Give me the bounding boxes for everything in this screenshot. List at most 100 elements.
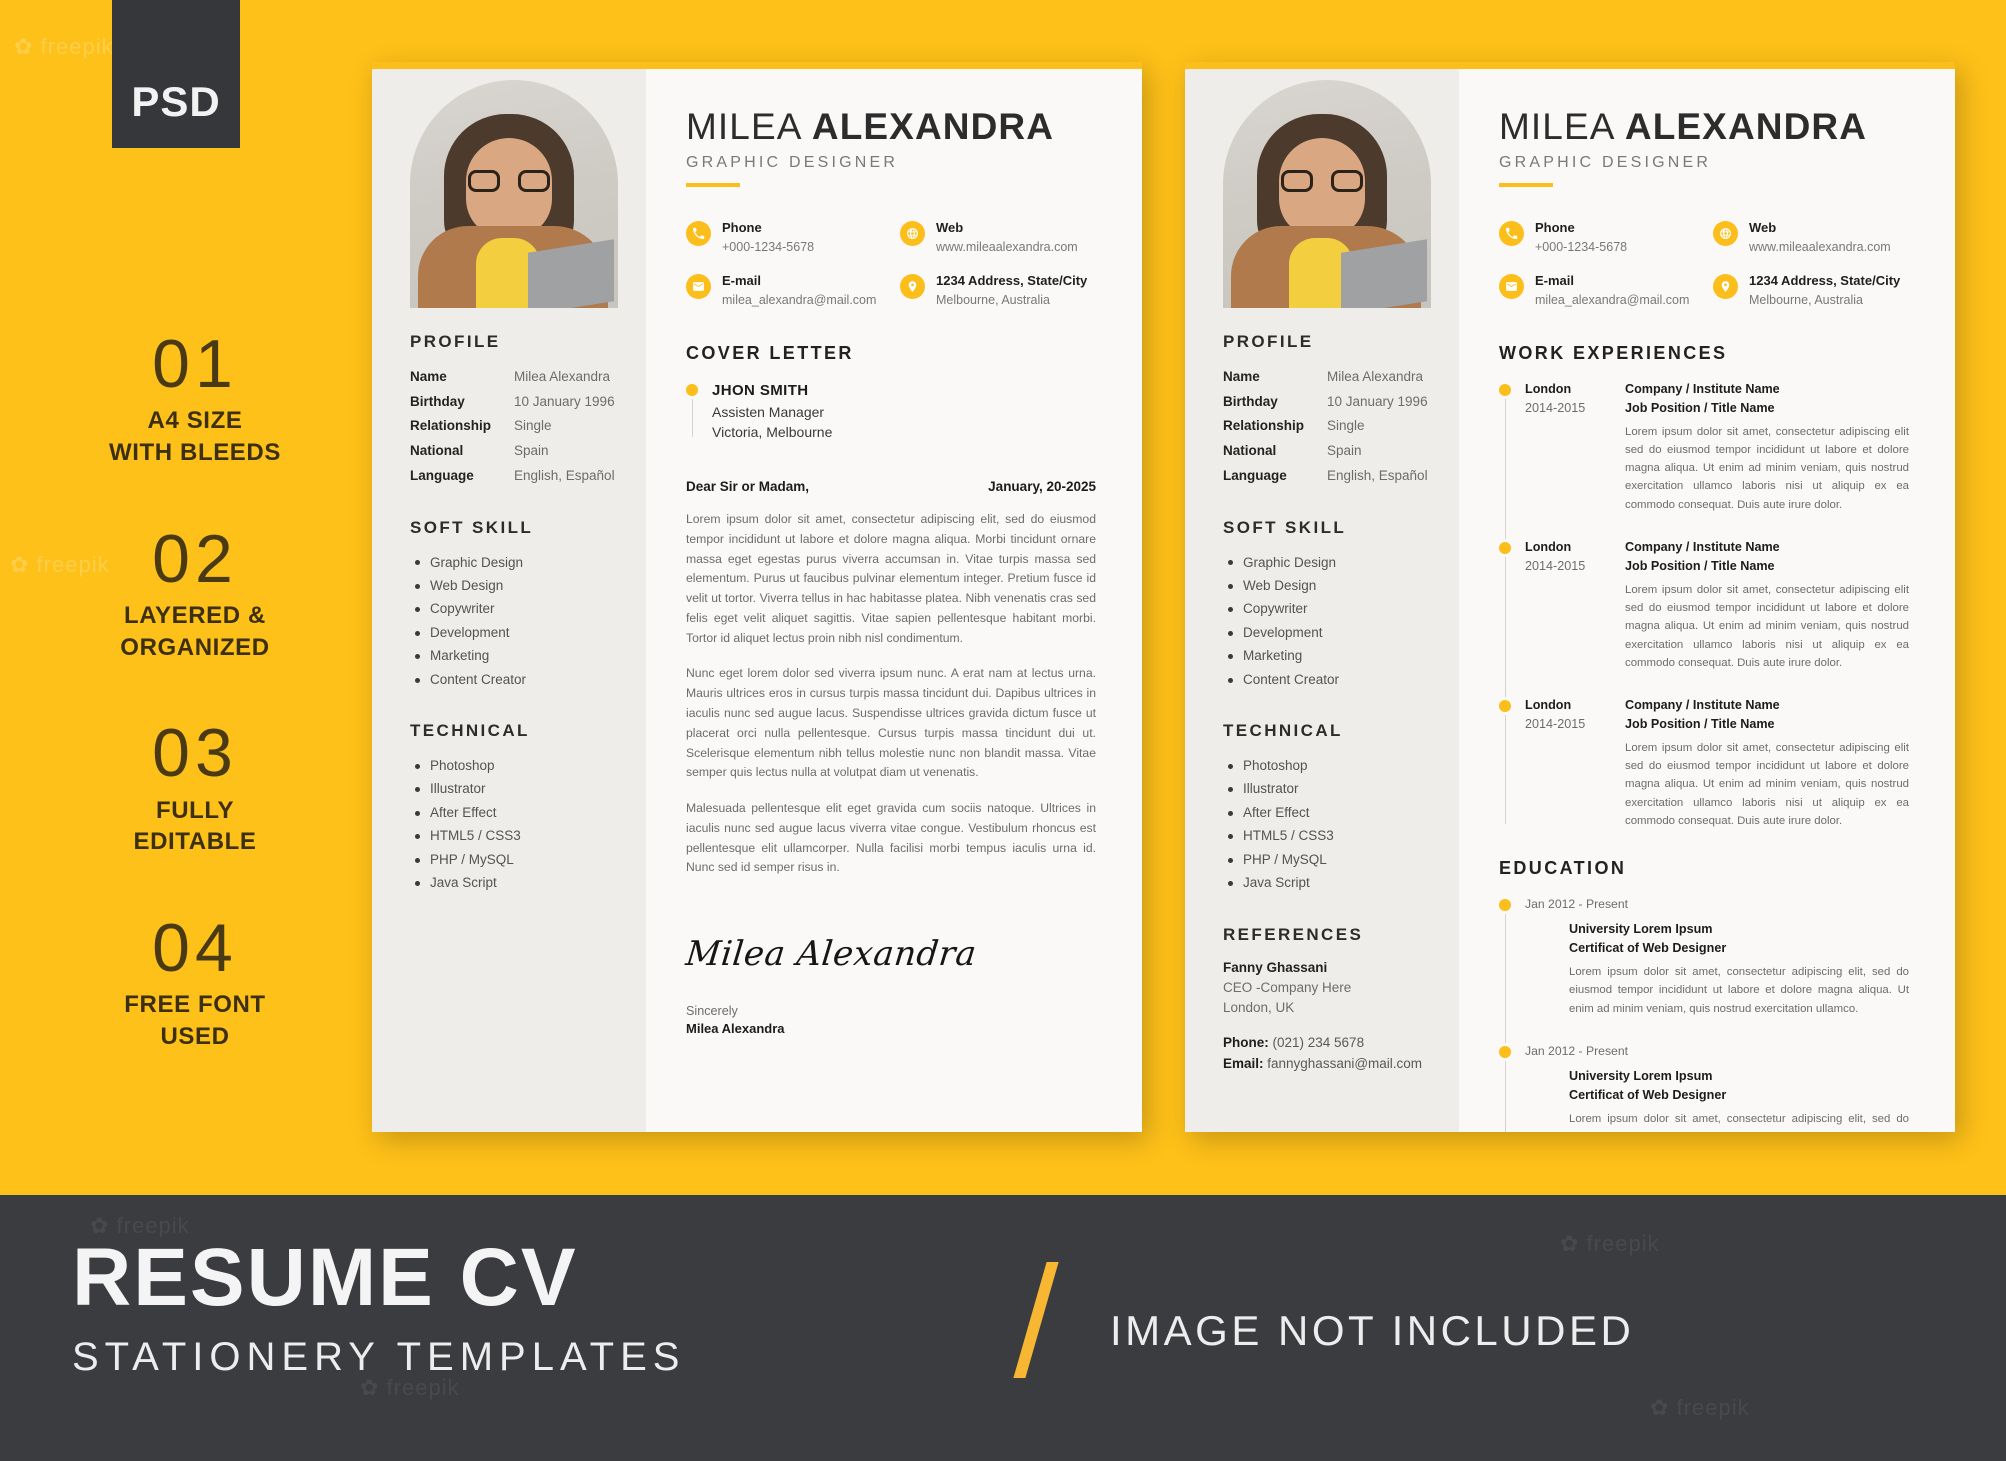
sidebar-page-1: PROFILE Name Milea Alexandra Birthday 10… xyxy=(372,62,646,1132)
contact-phone: Phone +000-1234-5678 xyxy=(686,219,882,256)
section-title-work: WORK EXPERIENCES xyxy=(1499,342,1728,363)
reference-email-value: fannyghassani@mail.com xyxy=(1263,1055,1423,1071)
glasses-icon xyxy=(468,170,550,192)
feature-number: 03 xyxy=(152,715,238,792)
profile-key: Relationship xyxy=(410,418,492,434)
banner-title: RESUME CV xyxy=(72,1232,578,1323)
profile-table: Name Milea Alexandra Birthday 10 January… xyxy=(410,365,616,488)
list-item: HTML5 / CSS3 xyxy=(1223,825,1429,848)
reference-phone-label: Phone: xyxy=(1223,1034,1269,1050)
profile-key: Birthday xyxy=(410,393,465,409)
work-city: London xyxy=(1525,381,1572,396)
work-timeline: London 2014-2015 Company / Institute Nam… xyxy=(1499,380,1909,830)
profile-value: Spain xyxy=(514,442,549,458)
education-period: Jan 2012 - Present xyxy=(1525,897,1628,912)
work-company: Company / Institute Name xyxy=(1625,698,1780,712)
education-university: University Lorem Ipsum xyxy=(1569,922,1713,937)
salutation: Dear Sir or Madam, xyxy=(686,479,810,495)
profile-value: Milea Alexandra xyxy=(1327,369,1424,385)
feature-number: 04 xyxy=(152,910,238,987)
letter-paragraph: Malesuada pellentesque elit eget gravida… xyxy=(686,801,1096,875)
globe-icon xyxy=(1713,221,1738,246)
list-item: After Effect xyxy=(1223,801,1429,824)
profile-key: Language xyxy=(1223,467,1287,483)
work-company: Company / Institute Name xyxy=(1625,381,1780,396)
page-accent-bar xyxy=(372,62,1142,69)
name-first: MILEA xyxy=(1499,106,1625,147)
profile-value: 10 January 1996 xyxy=(1327,393,1428,409)
bottom-banner: ✿ freepik ✿ freepik ✿ freepik ✿ freepik … xyxy=(0,1195,2006,1461)
phone-icon xyxy=(1499,221,1524,246)
reference-phone: Phone: (021) 234 5678 xyxy=(1223,1033,1429,1054)
technical-list: Photoshop Illustrator After Effect HTML5… xyxy=(410,754,616,894)
feature-item: 01 A4 SIZE WITH BLEEDS xyxy=(50,326,340,469)
work-years: 2014-2015 xyxy=(1525,558,1586,573)
recipient-block: JHON SMITH Assisten Manager Victoria, Me… xyxy=(686,380,1096,443)
work-city: London xyxy=(1525,698,1572,712)
resume-page-experience: PROFILE Name Milea Alexandra Birthday 10… xyxy=(1185,62,1955,1132)
list-item: Content Creator xyxy=(1223,668,1429,691)
section-title-soft-skill: SOFT SKILL xyxy=(1223,517,1347,537)
feature-number: 02 xyxy=(152,520,238,597)
mail-icon xyxy=(686,273,711,299)
list-item: Marketing xyxy=(1223,645,1429,668)
profile-key: Name xyxy=(410,369,447,385)
soft-skill-list: Graphic Design Web Design Copywriter Dev… xyxy=(1223,551,1429,691)
section-title-education: EDUCATION xyxy=(1499,858,1627,879)
profile-key: Name xyxy=(1223,369,1260,385)
feature-number: 01 xyxy=(152,326,238,402)
salutation-row: Dear Sir or Madam, January, 20-2025 xyxy=(686,479,1096,494)
signature-block: Milea Alexandra Sincerely Milea Alexandr… xyxy=(683,934,1096,1036)
contact-value: Melbourne, Australia xyxy=(936,292,1050,307)
contact-phone: Phone +000-1234-5678 xyxy=(1499,219,1695,256)
table-row: Name Milea Alexandra xyxy=(1223,365,1429,390)
section-title-technical: TECHNICAL xyxy=(1223,721,1343,741)
resume-page-cover-letter: PROFILE Name Milea Alexandra Birthday 10… xyxy=(372,62,1142,1132)
profile-table: Name Milea Alexandra Birthday 10 January… xyxy=(1223,365,1429,488)
soft-skill-list: Graphic Design Web Design Copywriter Dev… xyxy=(410,551,616,691)
list-item: Content Creator xyxy=(410,668,616,691)
table-row: Relationship Single xyxy=(410,414,616,439)
feature-label: FREE FONT USED xyxy=(124,991,266,1051)
education-university: University Lorem Ipsum xyxy=(1569,1069,1713,1084)
name-last: ALEXANDRA xyxy=(811,106,1055,147)
profile-key: National xyxy=(410,442,464,458)
work-job-title: Job Position / Title Name xyxy=(1625,558,1775,573)
banner-subtitle: STATIONERY TEMPLATES xyxy=(72,1335,686,1379)
page-title: MILEA ALEXANDRA xyxy=(686,106,1096,148)
feature-item: 02 LAYERED & ORGANIZED xyxy=(50,520,340,664)
feature-item: 04 FREE FONT USED xyxy=(50,910,340,1053)
sidebar-page-2: PROFILE Name Milea Alexandra Birthday 10… xyxy=(1185,62,1459,1132)
psd-badge: PSD xyxy=(112,0,240,148)
contact-address: 1234 Address, State/City Melbourne, Aust… xyxy=(900,272,1096,309)
work-item: London 2014-2015 Company / Institute Nam… xyxy=(1499,696,1909,830)
list-item: Photoshop xyxy=(1223,754,1429,777)
mail-icon xyxy=(1499,273,1524,299)
profile-photo xyxy=(1223,80,1431,308)
work-experience-section: WORK EXPERIENCES London 2014-2015 Compan… xyxy=(1459,309,1955,830)
list-item: Development xyxy=(1223,621,1429,644)
handwritten-signature: Milea Alexandra xyxy=(683,934,979,975)
section-title-references: REFERENCES xyxy=(1223,924,1364,944)
glasses-icon xyxy=(1281,170,1363,192)
contact-value: Melbourne, Australia xyxy=(1749,292,1863,307)
list-item: Copywriter xyxy=(410,598,616,621)
contact-web: Web www.mileaalexandra.com xyxy=(900,219,1096,256)
contact-label: Web xyxy=(1749,220,1777,235)
timeline-dot-icon xyxy=(1499,700,1511,712)
profile-value: Milea Alexandra xyxy=(514,369,611,385)
profile-photo xyxy=(410,80,618,308)
recipient: JHON SMITH Assisten Manager Victoria, Me… xyxy=(686,380,1096,443)
profile-key: National xyxy=(1223,442,1277,458)
section-title-technical: TECHNICAL xyxy=(410,721,530,741)
education-description: Lorem ipsum dolor sit amet, consectetur … xyxy=(1569,966,1909,1015)
list-item: PHP / MySQL xyxy=(410,848,616,871)
table-row: Birthday 10 January 1996 xyxy=(1223,390,1429,415)
work-city: London xyxy=(1525,539,1572,554)
page-accent-bar xyxy=(1185,62,1955,69)
phone-icon xyxy=(686,221,711,246)
contact-grid: Phone +000-1234-5678 Web www.mileaalexan… xyxy=(1459,187,1955,309)
contact-web: Web www.mileaalexandra.com xyxy=(1713,219,1909,256)
resume-header: MILEA ALEXANDRA GRAPHIC DESIGNER xyxy=(1459,62,1955,187)
letter-date: January, 20-2025 xyxy=(988,479,1096,495)
